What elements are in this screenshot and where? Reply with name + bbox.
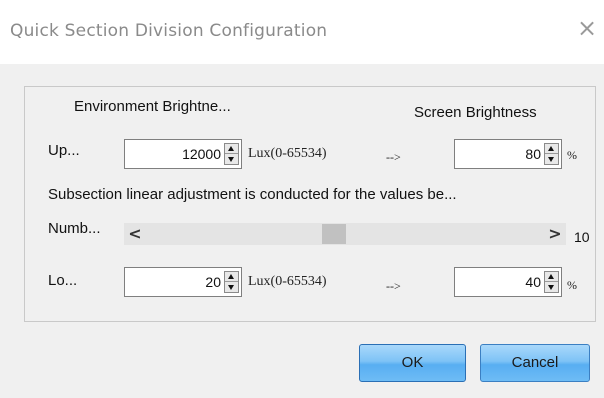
upper-percent: % bbox=[567, 148, 577, 162]
quick-section-division-dialog: Quick Section Division Configuration × E… bbox=[0, 0, 604, 398]
lower-lux-value[interactable]: 20 bbox=[205, 268, 221, 296]
upper-lux-spin-arrows[interactable] bbox=[224, 143, 239, 165]
spin-up-icon[interactable] bbox=[545, 272, 558, 282]
number-value: 10 bbox=[574, 229, 590, 245]
lower-lux-stepper[interactable]: 20 bbox=[124, 267, 242, 297]
lower-lux-spin-arrows[interactable] bbox=[224, 271, 239, 293]
upper-screen-stepper[interactable]: 80 bbox=[454, 139, 562, 169]
upper-lux-range: Lux(0-65534) bbox=[248, 146, 327, 161]
scroll-right-icon[interactable]: > bbox=[544, 223, 566, 245]
spin-down-icon[interactable] bbox=[545, 282, 558, 292]
lower-screen-spin-arrows[interactable] bbox=[544, 271, 559, 293]
title-bar: Quick Section Division Configuration × bbox=[0, 0, 604, 64]
lower-label: Lo... bbox=[48, 272, 78, 289]
scroll-left-icon[interactable]: < bbox=[124, 223, 146, 245]
spin-up-icon[interactable] bbox=[225, 272, 238, 282]
number-label: Numb... bbox=[48, 220, 101, 237]
slider-thumb[interactable] bbox=[322, 224, 346, 244]
subsection-description: Subsection linear adjustment is conducte… bbox=[48, 186, 457, 203]
cancel-button[interactable]: Cancel bbox=[480, 344, 590, 382]
screen-brightness-header: Screen Brightness bbox=[414, 104, 537, 121]
lower-lux-range: Lux(0-65534) bbox=[248, 274, 327, 289]
upper-lux-value[interactable]: 12000 bbox=[182, 140, 221, 168]
lower-screen-stepper[interactable]: 40 bbox=[454, 267, 562, 297]
spin-up-icon[interactable] bbox=[545, 144, 558, 154]
upper-arrow: --> bbox=[386, 150, 401, 164]
dialog-title: Quick Section Division Configuration bbox=[10, 21, 328, 41]
upper-lux-stepper[interactable]: 12000 bbox=[124, 139, 242, 169]
ok-button[interactable]: OK bbox=[359, 344, 466, 382]
lower-arrow: --> bbox=[386, 279, 401, 293]
upper-label: Up... bbox=[48, 142, 80, 159]
number-slider[interactable]: < > bbox=[124, 223, 566, 245]
upper-screen-spin-arrows[interactable] bbox=[544, 143, 559, 165]
spin-down-icon[interactable] bbox=[225, 282, 238, 292]
spin-up-icon[interactable] bbox=[225, 144, 238, 154]
spin-down-icon[interactable] bbox=[225, 154, 238, 164]
environment-brightness-header: Environment Brightne... bbox=[74, 98, 231, 115]
lower-percent: % bbox=[567, 278, 577, 292]
close-icon[interactable]: × bbox=[574, 14, 600, 42]
spin-down-icon[interactable] bbox=[545, 154, 558, 164]
upper-screen-value[interactable]: 80 bbox=[525, 140, 541, 168]
lower-screen-value[interactable]: 40 bbox=[525, 268, 541, 296]
